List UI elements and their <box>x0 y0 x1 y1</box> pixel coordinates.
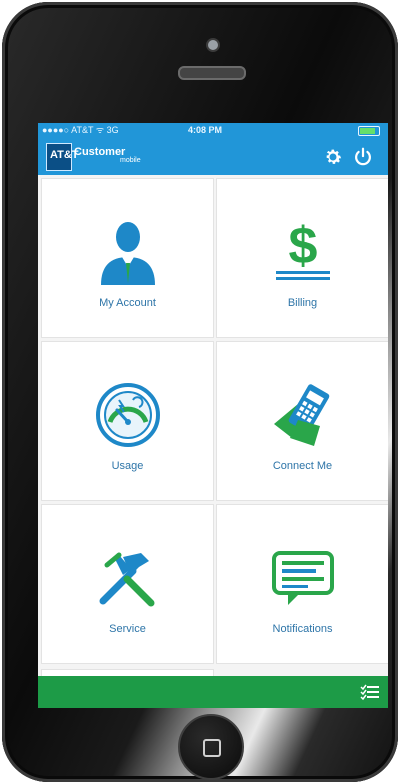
tile-notifications[interactable]: Notifications <box>217 505 388 663</box>
front-camera <box>206 38 220 52</box>
status-bar: ●●●●○ AT&T ᯤ 3G 4:08 PM <box>38 123 388 137</box>
phone-hand-icon <box>273 384 329 446</box>
menu-grid: My Account $ Billing Usage Connect Me Se… <box>38 175 388 680</box>
settings-button[interactable] <box>322 146 344 168</box>
app-header: AT&T Customer mobile <box>38 137 388 175</box>
tile-connect-me[interactable]: Connect Me <box>217 342 388 500</box>
tile-label: Notifications <box>272 623 333 635</box>
phone-frame: ●●●●○ AT&T ᯤ 3G 4:08 PM AT&T Customer mo… <box>2 2 398 782</box>
speaker-slot <box>178 66 246 80</box>
carrier-text: ●●●●○ AT&T ᯤ 3G <box>42 125 119 135</box>
person-icon <box>100 222 155 285</box>
battery-icon <box>358 126 380 136</box>
menu-button[interactable] <box>360 682 380 702</box>
logo-sub: mobile <box>120 157 141 164</box>
bottom-bar <box>38 676 388 708</box>
tile-label: Billing <box>287 297 318 309</box>
app-screen: ●●●●○ AT&T ᯤ 3G 4:08 PM AT&T Customer mo… <box>38 123 388 708</box>
tile-my-account[interactable]: My Account <box>42 179 213 337</box>
chat-icon <box>271 551 334 605</box>
tile-label: Connect Me <box>272 460 333 472</box>
tile-label: My Account <box>99 297 156 309</box>
gear-icon <box>326 149 342 164</box>
app-logo: AT&T Customer mobile <box>46 143 146 171</box>
logo-mark: AT&T <box>46 143 79 171</box>
power-button[interactable] <box>352 146 374 168</box>
tile-service[interactable]: Service <box>42 505 213 663</box>
power-icon <box>355 147 371 166</box>
gauge-icon <box>95 383 160 447</box>
dollar-icon: $ <box>275 217 330 280</box>
clock-text: 4:08 PM <box>188 125 223 135</box>
tile-billing[interactable]: $ Billing <box>217 179 388 337</box>
tools-icon <box>99 552 154 607</box>
tile-usage[interactable]: Usage <box>42 342 213 500</box>
logo-word: Customer <box>74 146 126 158</box>
home-button[interactable] <box>178 714 244 780</box>
home-square-icon <box>203 739 221 757</box>
tile-label: Usage <box>111 460 144 472</box>
tile-label: Service <box>109 623 146 635</box>
checklist-icon <box>360 684 379 701</box>
svg-text:$: $ <box>288 217 317 275</box>
